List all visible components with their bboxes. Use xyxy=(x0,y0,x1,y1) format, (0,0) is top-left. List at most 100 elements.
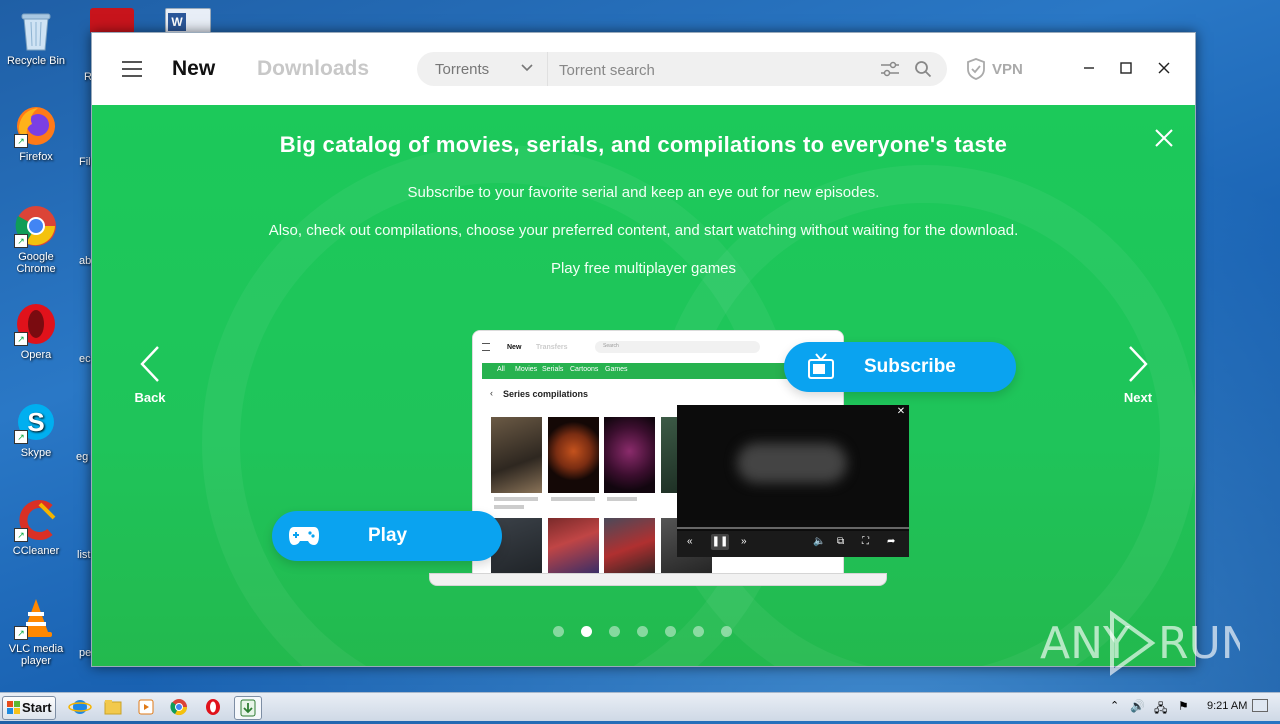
shortcut-arrow-icon: ↗ xyxy=(14,528,28,542)
desktop-icon-vlc[interactable]: ↗ VLC media player xyxy=(0,596,72,667)
pip-icon: ⧉ xyxy=(837,536,845,547)
back-button[interactable]: Back xyxy=(120,345,180,405)
mockup-tab-new: New xyxy=(507,344,522,351)
chrome-icon xyxy=(170,699,188,716)
desktop-icon-label-partial: eg xyxy=(76,451,89,463)
chrome-icon: ↗ xyxy=(14,204,58,248)
system-tray: ⌃ 🔊 🖧 ⚑ xyxy=(1104,693,1280,721)
mockup-category: Serials xyxy=(542,366,564,373)
desktop-icon-label-partial: ab xyxy=(79,255,92,267)
action-center-flag-icon[interactable]: ⚑ xyxy=(1178,699,1189,713)
mockup-back-icon: ‹ xyxy=(490,388,493,398)
desktop-icon-label: Google Chrome xyxy=(16,251,56,275)
vpn-label: VPN xyxy=(992,61,1023,78)
vlc-icon: ↗ xyxy=(14,596,58,640)
mockup-category: Movies xyxy=(515,366,538,373)
vpn-button[interactable]: VPN xyxy=(966,58,1023,82)
forward-icon: » xyxy=(741,536,747,547)
subscribe-label: Subscribe xyxy=(864,356,956,377)
mockup-category: All xyxy=(497,366,505,373)
tab-new[interactable]: New xyxy=(172,57,215,81)
desktop-icon-opera[interactable]: ↗ Opera xyxy=(0,302,72,361)
menu-icon[interactable] xyxy=(122,61,142,77)
taskbar-explorer[interactable] xyxy=(100,696,126,718)
fullscreen-icon: ⛶ xyxy=(862,536,869,547)
desktop-icon-recycle-bin[interactable]: Recycle Bin xyxy=(0,8,72,67)
taskbar-media-player[interactable] xyxy=(133,696,159,718)
mockup-section-title: Series compilations xyxy=(503,389,589,399)
mockup-category: Games xyxy=(605,366,628,373)
mockup-search-label: Search xyxy=(603,343,619,349)
windows-flag-icon xyxy=(7,701,20,714)
app-header: New Downloads Torrents VPN xyxy=(92,33,1195,105)
volume-icon[interactable]: 🔊 xyxy=(1130,699,1145,713)
carousel-dot[interactable] xyxy=(609,626,620,637)
tab-downloads[interactable]: Downloads xyxy=(257,57,369,81)
taskbar-opera[interactable] xyxy=(200,696,226,718)
svg-text:RUN: RUN xyxy=(1158,618,1240,669)
chevron-right-icon xyxy=(1129,346,1148,382)
video-progress-bar xyxy=(677,527,909,529)
show-hidden-icons-icon[interactable]: ⌃ xyxy=(1110,699,1119,712)
network-icon[interactable]: 🖧 xyxy=(1154,699,1167,720)
poster-thumbnail xyxy=(548,518,599,577)
search-icon[interactable] xyxy=(914,60,932,78)
shortcut-arrow-icon: ↗ xyxy=(14,430,28,444)
banner-text: Also, check out compilations, choose you… xyxy=(268,222,1019,239)
search-input[interactable] xyxy=(557,52,871,88)
desktop-icon-label: Opera xyxy=(20,349,52,361)
close-banner-icon[interactable] xyxy=(1153,127,1175,149)
clock: 9:21 AM xyxy=(1207,700,1248,712)
taskbar-chrome[interactable] xyxy=(166,696,192,718)
carousel-dot[interactable] xyxy=(721,626,732,637)
maximize-icon[interactable] xyxy=(1112,55,1140,81)
minimize-icon[interactable] xyxy=(1075,55,1103,81)
recycle-bin-icon xyxy=(14,8,58,52)
opera-icon: ↗ xyxy=(14,302,58,346)
subscribe-button[interactable]: Subscribe xyxy=(784,342,1016,392)
poster-caption-placeholder xyxy=(551,497,595,501)
carousel-dot-active[interactable] xyxy=(581,626,592,637)
filter-icon[interactable] xyxy=(880,61,900,77)
download-app-icon xyxy=(240,699,256,717)
taskbar: Start ⌃ 🔊 🖧 ⚑ 9:21 AM xyxy=(0,692,1280,721)
carousel-dot[interactable] xyxy=(637,626,648,637)
volume-icon: 🔈 xyxy=(813,536,826,547)
rewind-icon: « xyxy=(687,536,693,547)
folder-icon xyxy=(104,700,122,715)
skype-icon: S ↗ xyxy=(14,400,58,444)
play-button[interactable]: Play xyxy=(272,511,502,561)
tv-icon xyxy=(808,353,834,379)
start-button[interactable]: Start xyxy=(2,696,56,720)
taskbar-ie[interactable] xyxy=(67,696,93,718)
chevron-left-icon xyxy=(140,346,159,382)
desktop-icon-label: CCleaner xyxy=(12,545,60,557)
search-bar: Torrents xyxy=(417,52,947,88)
show-desktop-icon[interactable] xyxy=(1252,699,1268,712)
promo-banner: Big catalog of movies, serials, and comp… xyxy=(92,105,1195,666)
banner-text: Subscribe to your favorite serial and ke… xyxy=(407,184,880,201)
share-icon: ➦ xyxy=(887,536,896,547)
desktop-icon-label-partial: pe xyxy=(79,647,92,659)
shortcut-arrow-icon: ↗ xyxy=(14,234,28,248)
close-icon[interactable] xyxy=(1150,55,1178,81)
start-label: Start xyxy=(22,700,52,715)
taskbar-torrent-app[interactable] xyxy=(234,696,262,720)
anyrun-watermark: ANY RUN xyxy=(1040,608,1254,678)
chevron-down-icon xyxy=(521,64,533,72)
carousel-dot[interactable] xyxy=(553,626,564,637)
desktop-icon-chrome[interactable]: ↗ Google Chrome xyxy=(0,204,72,275)
desktop-icon-ccleaner[interactable]: ↗ CCleaner xyxy=(0,498,72,557)
acrobat-icon[interactable] xyxy=(90,8,134,34)
category-dropdown[interactable]: Torrents xyxy=(417,52,548,86)
carousel-dot[interactable] xyxy=(665,626,676,637)
carousel-dot[interactable] xyxy=(693,626,704,637)
ccleaner-icon: ↗ xyxy=(14,498,58,542)
desktop-icon-label: Firefox xyxy=(19,151,53,163)
desktop-icon-skype[interactable]: S ↗ Skype xyxy=(0,400,72,459)
next-label: Next xyxy=(1123,390,1153,405)
next-button[interactable]: Next xyxy=(1108,345,1168,405)
video-player-mockup: ✕ « ❚❚ » 🔈 ⧉ ⛶ ➦ xyxy=(677,405,909,557)
desktop-icon-firefox[interactable]: ↗ Firefox xyxy=(0,104,72,163)
mockup-tab-transfers: Transfers xyxy=(536,344,568,351)
